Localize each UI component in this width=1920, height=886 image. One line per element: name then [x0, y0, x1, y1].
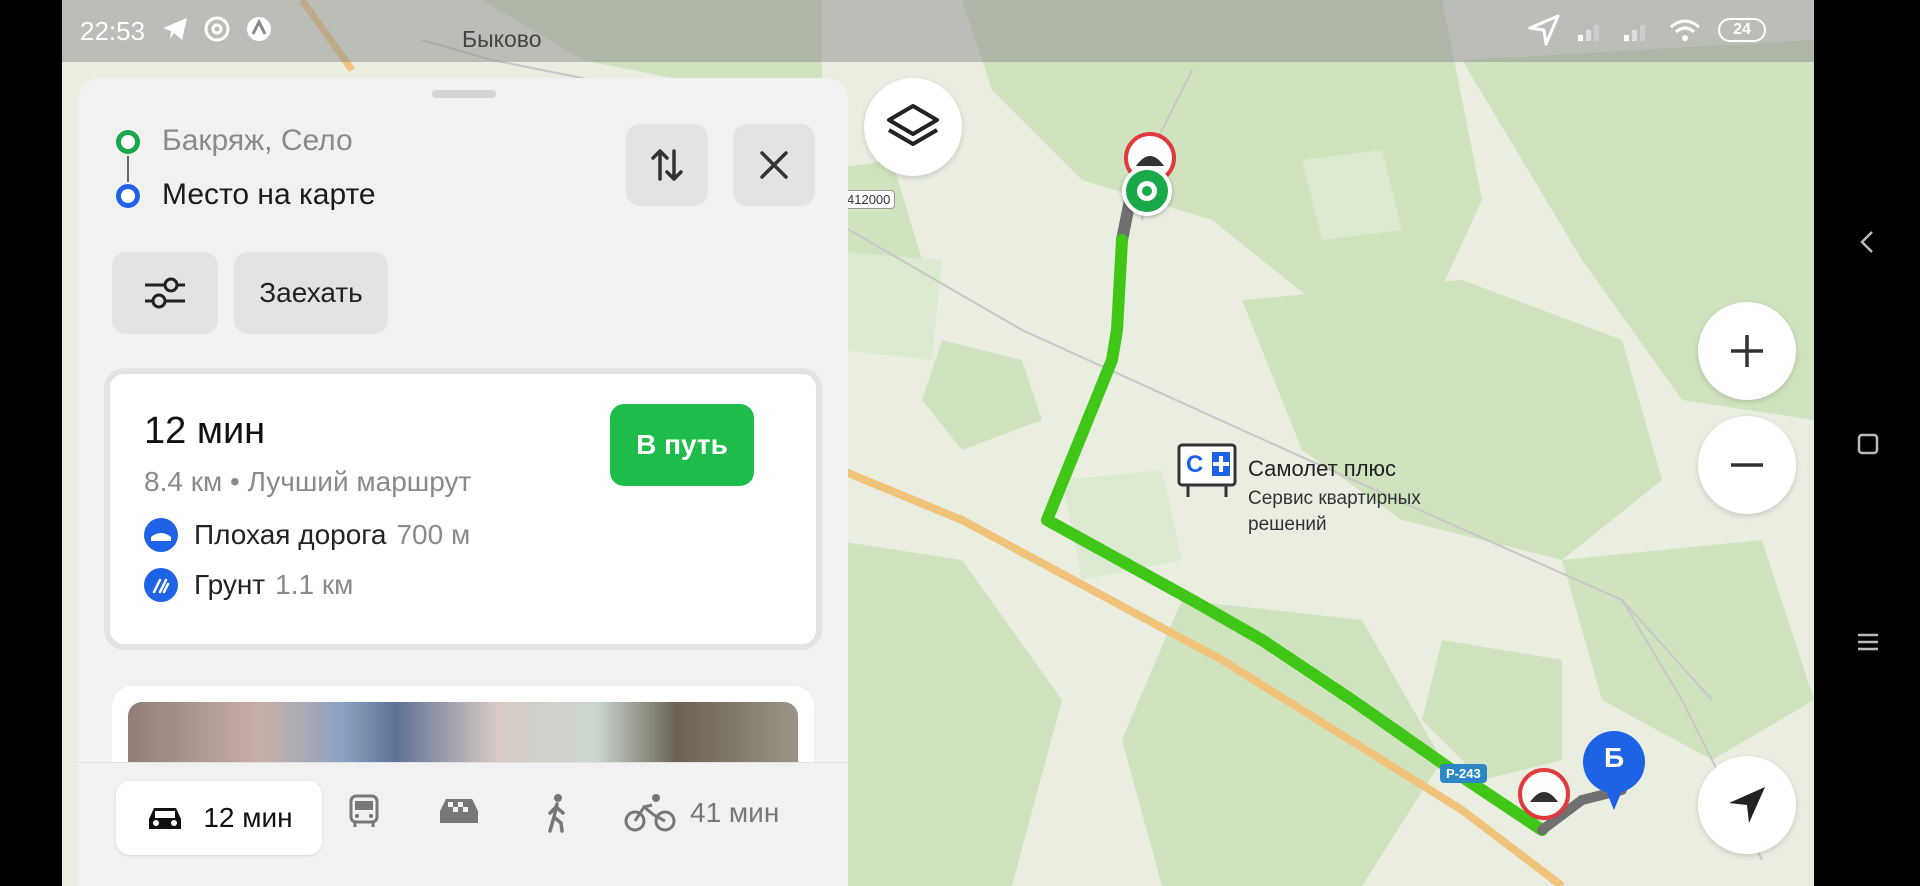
- poi-logo-letter: С: [1186, 451, 1204, 478]
- destination-letter: Б: [1603, 742, 1625, 773]
- bus-icon: [349, 794, 379, 827]
- mode-car-tab[interactable]: 12 мин: [116, 781, 322, 855]
- road-code-label: 412000: [842, 190, 896, 209]
- route-settings-button[interactable]: [112, 252, 218, 334]
- signal-icon-2: [1624, 25, 1645, 41]
- add-stop-button[interactable]: Заехать: [234, 252, 388, 334]
- signal-icon: [1578, 25, 1599, 41]
- zoom-in-button[interactable]: [1698, 302, 1796, 400]
- mode-walk-tab[interactable]: [542, 793, 572, 833]
- road-bump-icon: [1530, 792, 1558, 802]
- sliders-icon: [145, 277, 185, 309]
- mode-bike-time: 41 мин: [690, 797, 780, 828]
- route-summary: 8.4 км • Лучший маршрут: [144, 466, 472, 497]
- warning-label: Плохая дорога: [194, 519, 387, 550]
- system-status-icons: 24: [1528, 14, 1766, 46]
- battery-indicator: 24: [1718, 18, 1766, 42]
- car-icon: [149, 808, 182, 829]
- warning-label: Грунт: [194, 569, 266, 600]
- layers-icon: [887, 104, 939, 146]
- road-bump-marker-end[interactable]: [1518, 768, 1570, 820]
- at-sign-icon: [204, 16, 230, 42]
- route-option-card[interactable]: 12 мин 8.4 км • Лучший маршрут В путь Пл…: [104, 368, 822, 650]
- warning-dirt-road: Грунт 1.1 км: [144, 568, 353, 602]
- plus-icon: [1731, 335, 1763, 367]
- transport-mode-bar: 12 мин 41 мин: [78, 762, 848, 886]
- origin-dot-icon: [116, 130, 140, 154]
- bicycle-icon: [624, 794, 676, 832]
- swap-arrows-icon: [651, 149, 683, 181]
- telegram-icon: [163, 18, 187, 40]
- poi-name[interactable]: Самолет плюс: [1248, 456, 1396, 482]
- location-arrow-icon: [1528, 14, 1560, 46]
- route-origin[interactable]: Бакряж, Село: [162, 124, 353, 158]
- highway-badge: Р-243: [1440, 764, 1487, 783]
- notification-icons: [160, 14, 274, 44]
- status-time: 22:53: [80, 16, 146, 46]
- map-city-label: Быково: [462, 26, 542, 52]
- screen: 412000 Р-243 Б С Самолет плюс Сервис ква…: [0, 0, 1920, 886]
- minus-icon: [1731, 463, 1763, 467]
- start-navigation-button[interactable]: В путь: [610, 404, 754, 486]
- poi-icon[interactable]: С: [1176, 442, 1238, 498]
- warning-distance: 700 м: [396, 519, 471, 550]
- warning-bad-road: Плохая дорога 700 м: [144, 518, 470, 552]
- dirt-road-icon: [144, 568, 178, 602]
- status-bar: 22:53 Быково 24: [62, 0, 1814, 62]
- destination-dot-icon: [116, 184, 140, 208]
- route-start-marker[interactable]: [1122, 166, 1172, 216]
- my-location-button[interactable]: [1698, 756, 1796, 854]
- panel-grabber[interactable]: [432, 90, 496, 98]
- back-icon[interactable]: [1850, 224, 1886, 260]
- destination-marker[interactable]: Б: [1582, 730, 1646, 810]
- recents-menu-icon[interactable]: [1850, 624, 1886, 660]
- walking-icon: [548, 794, 565, 833]
- home-icon[interactable]: [1850, 426, 1886, 462]
- wifi-icon: [1670, 19, 1700, 41]
- navigation-arrow-icon: [1729, 787, 1765, 823]
- route-destination[interactable]: Место на карте: [162, 178, 376, 212]
- system-nav-bar: [1814, 0, 1920, 886]
- map-layers-button[interactable]: [864, 78, 962, 176]
- route-panel: Бакряж, Село Место на карте Заехать 12 м…: [78, 78, 848, 886]
- mode-bus-tab[interactable]: [346, 793, 382, 829]
- route-duration: 12 мин: [144, 410, 266, 452]
- poi-description: Сервис квартирных решений: [1248, 488, 1421, 535]
- bad-road-icon: [144, 518, 178, 552]
- close-icon: [760, 151, 788, 179]
- zoom-out-button[interactable]: [1698, 416, 1796, 514]
- mode-bike-tab[interactable]: 41 мин: [624, 793, 779, 833]
- close-route-button[interactable]: [733, 124, 815, 206]
- mode-car-time: 12 мин: [203, 802, 293, 833]
- taxi-icon: [440, 799, 478, 823]
- app-notification-icon: [247, 17, 271, 41]
- warning-distance: 1.1 км: [275, 569, 354, 600]
- route-connector: [127, 156, 129, 182]
- swap-route-button[interactable]: [626, 124, 708, 206]
- mode-taxi-tab[interactable]: [436, 793, 482, 827]
